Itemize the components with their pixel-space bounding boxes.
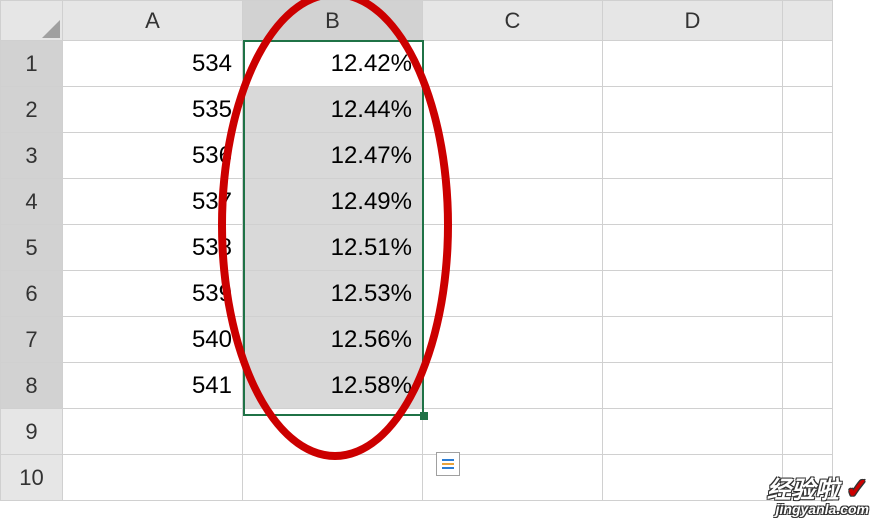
cell-A7[interactable]: 540: [63, 317, 243, 363]
column-header-A[interactable]: A: [63, 1, 243, 41]
cell-C2[interactable]: [423, 87, 603, 133]
row-header-5[interactable]: 5: [1, 225, 63, 271]
row-header-7[interactable]: 7: [1, 317, 63, 363]
spreadsheet-grid: A B C D 1 534 12.42% 2 535 12.44% 3 536 …: [0, 0, 833, 501]
cell-C4[interactable]: [423, 179, 603, 225]
row-header-1[interactable]: 1: [1, 41, 63, 87]
cell-E9[interactable]: [783, 409, 833, 455]
autofill-options-button[interactable]: [436, 452, 460, 476]
cell-A6[interactable]: 539: [63, 271, 243, 317]
cell-D9[interactable]: [603, 409, 783, 455]
cell-D1[interactable]: [603, 41, 783, 87]
cell-C3[interactable]: [423, 133, 603, 179]
cell-A5[interactable]: 538: [63, 225, 243, 271]
column-header-D[interactable]: D: [603, 1, 783, 41]
cell-C1[interactable]: [423, 41, 603, 87]
cell-B4[interactable]: 12.49%: [243, 179, 423, 225]
cell-C8[interactable]: [423, 363, 603, 409]
cell-B5[interactable]: 12.51%: [243, 225, 423, 271]
row-header-2[interactable]: 2: [1, 87, 63, 133]
cell-A1[interactable]: 534: [63, 41, 243, 87]
cell-D4[interactable]: [603, 179, 783, 225]
cell-B7[interactable]: 12.56%: [243, 317, 423, 363]
row-header-6[interactable]: 6: [1, 271, 63, 317]
cell-B6[interactable]: 12.53%: [243, 271, 423, 317]
cell-B9[interactable]: [243, 409, 423, 455]
cell-B2[interactable]: 12.44%: [243, 87, 423, 133]
column-header-C[interactable]: C: [423, 1, 603, 41]
cell-E3[interactable]: [783, 133, 833, 179]
cell-C9[interactable]: [423, 409, 603, 455]
column-header-E[interactable]: [783, 1, 833, 41]
cell-D10[interactable]: [603, 455, 783, 501]
cell-A8[interactable]: 541: [63, 363, 243, 409]
cell-D7[interactable]: [603, 317, 783, 363]
cell-B3[interactable]: 12.47%: [243, 133, 423, 179]
watermark-text: 经验啦: [767, 477, 839, 504]
cell-E5[interactable]: [783, 225, 833, 271]
cell-A4[interactable]: 537: [63, 179, 243, 225]
cell-B8[interactable]: 12.58%: [243, 363, 423, 409]
row-header-10[interactable]: 10: [1, 455, 63, 501]
watermark-url: jingyanla.com: [767, 501, 869, 517]
row-header-3[interactable]: 3: [1, 133, 63, 179]
row-header-8[interactable]: 8: [1, 363, 63, 409]
cell-C5[interactable]: [423, 225, 603, 271]
select-all-icon: [42, 20, 60, 38]
cell-D3[interactable]: [603, 133, 783, 179]
cell-E8[interactable]: [783, 363, 833, 409]
cell-D8[interactable]: [603, 363, 783, 409]
cell-E6[interactable]: [783, 271, 833, 317]
cell-D5[interactable]: [603, 225, 783, 271]
column-header-B[interactable]: B: [243, 1, 423, 41]
cell-A10[interactable]: [63, 455, 243, 501]
select-all-corner[interactable]: [1, 1, 63, 41]
row-header-4[interactable]: 4: [1, 179, 63, 225]
cell-B10[interactable]: [243, 455, 423, 501]
cell-A3[interactable]: 536: [63, 133, 243, 179]
cell-C7[interactable]: [423, 317, 603, 363]
row-header-9[interactable]: 9: [1, 409, 63, 455]
cell-A2[interactable]: 535: [63, 87, 243, 133]
cell-A9[interactable]: [63, 409, 243, 455]
cell-D2[interactable]: [603, 87, 783, 133]
cell-E2[interactable]: [783, 87, 833, 133]
cell-C6[interactable]: [423, 271, 603, 317]
cell-D6[interactable]: [603, 271, 783, 317]
autofill-options-icon: [440, 456, 456, 472]
checkmark-icon: ✓: [846, 473, 869, 504]
cell-E7[interactable]: [783, 317, 833, 363]
watermark: 经验啦 ✓ jingyanla.com: [767, 470, 869, 517]
cell-E1[interactable]: [783, 41, 833, 87]
cell-B1[interactable]: 12.42%: [243, 41, 423, 87]
cell-E4[interactable]: [783, 179, 833, 225]
